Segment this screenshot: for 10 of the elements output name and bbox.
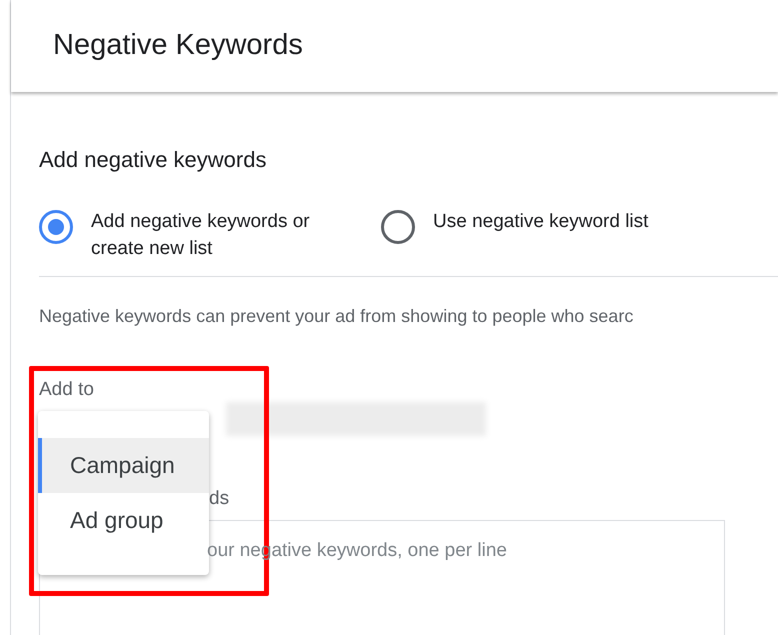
description-text: Negative keywords can prevent your ad from showing to people who searc bbox=[39, 305, 634, 328]
radio-option[interactable]: Add negative keywords or create new list bbox=[39, 208, 361, 262]
menu-item[interactable]: Campaign bbox=[38, 438, 209, 493]
page-title: Negative Keywords bbox=[53, 28, 303, 64]
radio-option[interactable]: Use negative keyword list bbox=[381, 208, 648, 262]
radio-button[interactable] bbox=[381, 210, 415, 244]
section-title: Add negative keywords bbox=[39, 146, 268, 174]
add-to-label: Add to bbox=[39, 378, 94, 402]
keywords-label: ds bbox=[209, 488, 230, 510]
radio-button[interactable] bbox=[39, 210, 73, 244]
